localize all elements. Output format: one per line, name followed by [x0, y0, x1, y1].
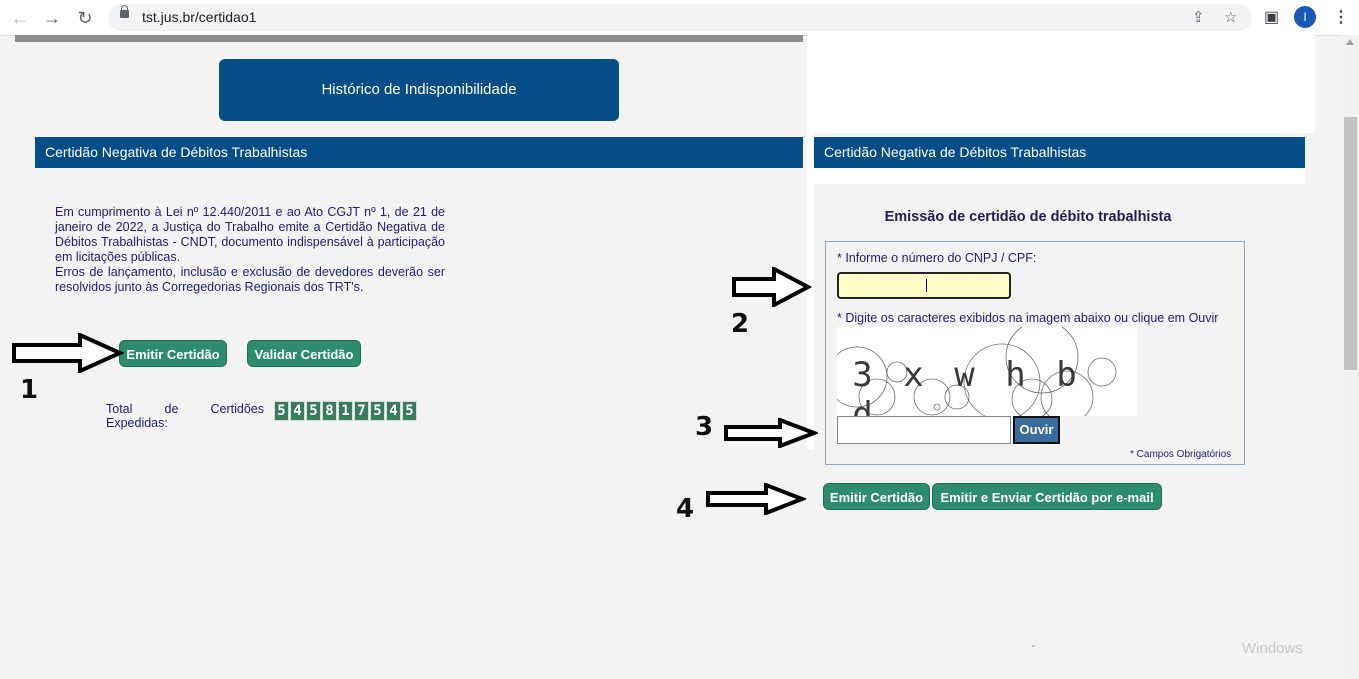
page-scrollbar[interactable]	[1342, 35, 1359, 679]
left-section-header: Certidão Negativa de Débitos Trabalhista…	[35, 137, 803, 168]
lock-icon	[120, 5, 129, 18]
captcha-char: w	[954, 355, 975, 395]
total-label-line-1: Total de Certidões	[106, 402, 264, 416]
right-top-panel	[807, 35, 1315, 133]
step-number-1: 1	[20, 375, 39, 405]
cnpj-input[interactable]	[837, 272, 1011, 299]
counter-digit: 5	[370, 401, 385, 421]
counter-digit: 5	[274, 401, 289, 421]
scroll-up-icon[interactable]	[1346, 39, 1354, 45]
emit-certificate-submit-button[interactable]: Emitir Certidão	[823, 483, 930, 510]
side-panel-icon[interactable]: ▣	[1264, 7, 1279, 27]
reload-icon[interactable]: ↻	[74, 7, 96, 29]
captcha-image: 3 x w h b d	[837, 327, 1137, 416]
back-icon[interactable]: ←	[9, 7, 31, 29]
step-number-3: 3	[695, 412, 714, 442]
profile-avatar[interactable]: I	[1294, 6, 1316, 28]
arrow-icon	[732, 267, 812, 307]
counter-digit: 4	[290, 401, 305, 421]
counter-digit: 5	[402, 401, 417, 421]
menu-icon[interactable]: ⋮	[1333, 7, 1349, 27]
scroll-thumb[interactable]	[1344, 117, 1357, 370]
captcha-char: d	[852, 395, 873, 416]
total-certificates-label: Total de Certidões Expedidas:	[106, 402, 264, 430]
captcha-char: x	[903, 355, 924, 395]
form-title: Emissão de certidão de débito trabalhist…	[884, 209, 1172, 225]
emit-and-email-button[interactable]: Emitir e Enviar Certidão por e-mail	[932, 483, 1162, 510]
total-counter: 545817545	[274, 401, 418, 421]
column-divider	[807, 35, 814, 450]
required-fields-note: * Campos Obrigatórios	[1130, 449, 1232, 460]
windows-watermark: Windows	[1242, 640, 1303, 657]
emit-certificate-button[interactable]: Emitir Certidão	[119, 340, 227, 367]
stray-mark	[1032, 645, 1035, 647]
intro-text: Em cumprimento à Lei nº 12.440/2011 e ao…	[55, 205, 445, 295]
header-underlay	[814, 168, 1305, 184]
forward-icon[interactable]: →	[41, 7, 63, 29]
captcha-char: 3	[852, 355, 873, 395]
step-number-2: 2	[731, 309, 750, 339]
browser-toolbar: ← → ↻ tst.jus.br/certidao1 ⇪ ☆ ▣ I ⋮	[0, 0, 1359, 36]
validate-certificate-button[interactable]: Validar Certidão	[247, 340, 361, 367]
captcha-char: h	[1005, 355, 1026, 395]
captcha-label: * Digite os caracteres exibidos na image…	[837, 311, 1219, 325]
listen-button[interactable]: Ouvir	[1013, 416, 1060, 444]
intro-paragraph-2: Erros de lançamento, inclusão e exclusão…	[55, 265, 445, 294]
counter-digit: 5	[306, 401, 321, 421]
star-icon[interactable]: ☆	[1224, 8, 1237, 26]
captcha-char: b	[1056, 355, 1077, 395]
arrow-icon	[724, 418, 818, 448]
address-bar[interactable]: tst.jus.br/certidao1 ⇪ ☆	[108, 4, 1252, 31]
counter-digit: 1	[338, 401, 353, 421]
history-unavailability-button[interactable]: Histórico de Indisponibilidade	[219, 59, 619, 121]
top-menu-strip	[15, 35, 803, 42]
right-section-header: Certidão Negativa de Débitos Trabalhista…	[814, 137, 1305, 168]
total-label-line-2: Expedidas:	[106, 416, 168, 430]
captcha-characters: 3 x w h b d	[837, 355, 1137, 416]
arrow-icon	[12, 333, 124, 373]
share-icon[interactable]: ⇪	[1192, 8, 1205, 26]
captcha-input[interactable]	[837, 416, 1011, 444]
intro-paragraph-1: Em cumprimento à Lei nº 12.440/2011 e ao…	[55, 205, 445, 264]
cnpj-label: * Informe o número do CNPJ / CPF:	[837, 251, 1037, 265]
step-number-4: 4	[676, 494, 695, 524]
counter-digit: 7	[354, 401, 369, 421]
arrow-icon	[706, 483, 806, 515]
text-cursor	[926, 279, 927, 292]
counter-digit: 4	[386, 401, 401, 421]
counter-digit: 8	[322, 401, 337, 421]
url-text[interactable]: tst.jus.br/certidao1	[142, 9, 256, 25]
